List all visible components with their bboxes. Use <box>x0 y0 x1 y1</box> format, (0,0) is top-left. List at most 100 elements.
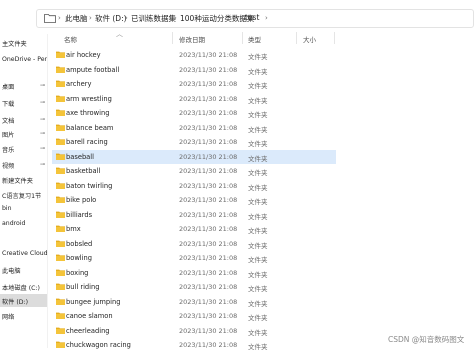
sidebar-item[interactable]: 图片 ⊸ <box>0 127 48 140</box>
folder-icon <box>56 167 65 174</box>
file-row[interactable]: bull riding 2023/11/30 21:08 文件夹 <box>52 280 336 294</box>
file-name: barell racing <box>66 138 108 146</box>
chevron-right-icon[interactable]: › <box>174 14 177 22</box>
breadcrumb-item[interactable]: 软件 (D:) <box>95 13 127 24</box>
folder-icon <box>56 153 65 160</box>
column-type[interactable]: 类型 <box>248 34 261 44</box>
file-row[interactable]: billiards 2023/11/30 21:08 文件夹 <box>52 208 336 222</box>
sidebar-item[interactable]: 音乐 ⊸ <box>0 142 48 155</box>
sidebar-item-label: 软件 (D:) <box>2 299 29 306</box>
column-date[interactable]: 修改日期 <box>179 34 205 44</box>
chevron-right-icon[interactable]: › <box>239 14 242 22</box>
breadcrumb-item[interactable]: 100种运动分类数据集 <box>180 13 254 24</box>
sidebar-item[interactable]: bin <box>0 202 48 215</box>
column-name[interactable]: 名称 <box>64 34 77 44</box>
pin-icon[interactable]: ⊸ <box>40 99 45 106</box>
column-divider[interactable] <box>296 32 297 44</box>
sidebar-item-label: 此电脑 <box>2 268 21 275</box>
file-row[interactable]: bungee jumping 2023/11/30 21:08 文件夹 <box>52 295 336 309</box>
sidebar-item[interactable]: 本地磁盘 (C:) <box>0 280 48 293</box>
sidebar-item[interactable]: 软件 (D:) <box>0 294 48 307</box>
file-name: balance beam <box>66 123 114 132</box>
sidebar-item-label: OneDrive - Perso <box>2 56 48 63</box>
file-row[interactable]: baseball 2023/11/30 21:08 文件夹 <box>52 149 336 164</box>
column-divider[interactable] <box>242 32 243 44</box>
file-row[interactable]: bmx 2023/11/30 21:08 文件夹 <box>52 222 336 236</box>
file-type: 文件夹 <box>248 343 268 351</box>
sidebar-item[interactable]: 主文件夹 <box>0 36 48 49</box>
pin-icon[interactable]: ⊸ <box>40 145 45 152</box>
file-name: ampute football <box>66 65 120 74</box>
pin-icon[interactable]: ⊸ <box>40 130 45 137</box>
address-bar[interactable]: › 此电脑 › 软件 (D:) › 已训练数据集 › 100种运动分类数据集 ›… <box>36 9 474 28</box>
file-row[interactable]: basketball 2023/11/30 21:08 文件夹 <box>52 164 336 178</box>
file-modified-date: 2023/11/30 21:08 <box>179 239 238 248</box>
file-row[interactable]: cheerleading 2023/11/30 21:08 文件夹 <box>52 324 336 338</box>
file-row[interactable]: canoe slamon 2023/11/30 21:08 文件夹 <box>52 309 336 323</box>
file-name: cheerleading <box>66 326 110 335</box>
file-modified-date: 2023/11/30 21:08 <box>179 109 238 117</box>
file-name: bmx <box>66 225 81 233</box>
file-row[interactable]: boxing 2023/11/30 21:08 文件夹 <box>52 266 336 280</box>
file-row[interactable]: chuckwagon racing 2023/11/30 21:08 文件夹 <box>52 338 336 352</box>
folder-icon <box>56 80 65 87</box>
folder-icon <box>56 240 65 247</box>
sidebar-item[interactable]: 视频 ⊸ <box>0 158 48 171</box>
pin-icon[interactable]: ⊸ <box>40 161 45 168</box>
file-type: 文件夹 <box>248 299 268 308</box>
breadcrumb-item[interactable]: 已训练数据集 <box>131 13 176 24</box>
file-row[interactable]: bowling 2023/11/30 21:08 文件夹 <box>52 251 336 265</box>
chevron-right-icon[interactable]: › <box>125 14 128 22</box>
file-modified-date: 2023/11/30 21:08 <box>179 210 238 219</box>
pin-icon[interactable]: ⊸ <box>40 82 45 89</box>
sidebar-item-label: 本地磁盘 (C:) <box>2 285 40 292</box>
sidebar-item[interactable]: 新建文件夹 <box>0 173 48 186</box>
file-modified-date: 2023/11/30 21:08 <box>179 326 238 335</box>
file-modified-date: 2023/11/30 21:08 <box>179 80 238 88</box>
file-name: bike polo <box>66 196 97 204</box>
sidebar-item[interactable]: 文档 ⊸ <box>0 113 48 126</box>
file-type: 文件夹 <box>248 227 268 235</box>
file-type: 文件夹 <box>248 140 268 148</box>
file-row[interactable]: ampute football 2023/11/30 21:08 文件夹 <box>52 63 336 77</box>
file-row[interactable]: axe throwing 2023/11/30 21:08 文件夹 <box>52 106 336 120</box>
sidebar-item[interactable]: OneDrive - Perso <box>0 53 48 66</box>
pin-icon[interactable]: ⊸ <box>40 116 45 123</box>
file-modified-date: 2023/11/30 21:08 <box>179 138 238 146</box>
sidebar-item[interactable]: 桌面 ⊸ <box>0 79 48 92</box>
file-modified-date: 2023/11/30 21:08 <box>179 123 238 132</box>
file-row[interactable]: archery 2023/11/30 21:08 文件夹 <box>52 77 336 91</box>
file-row[interactable]: arm wrestling 2023/11/30 21:08 文件夹 <box>52 92 336 106</box>
column-divider[interactable] <box>172 32 173 44</box>
file-type: 文件夹 <box>248 67 268 76</box>
folder-icon <box>56 211 65 218</box>
sidebar-item[interactable]: C语言复习1节 <box>0 188 48 201</box>
file-row[interactable]: air hockey 2023/11/30 21:08 文件夹 <box>52 48 336 62</box>
sidebar-item[interactable]: 下载 ⊸ <box>0 96 48 109</box>
file-type: 文件夹 <box>248 198 268 206</box>
breadcrumb-item[interactable]: test <box>245 13 259 22</box>
sidebar-item[interactable]: 此电脑 <box>0 263 48 276</box>
column-size[interactable]: 大小 <box>303 34 316 44</box>
sidebar-item[interactable]: Creative Cloud F <box>0 247 48 260</box>
file-type: 文件夹 <box>248 285 268 293</box>
chevron-right-icon[interactable]: › <box>89 14 92 22</box>
file-row[interactable]: baton twirling 2023/11/30 21:08 文件夹 <box>52 179 336 193</box>
sidebar-item-label: 视频 <box>2 163 15 170</box>
sidebar-item-label: bin <box>2 205 12 212</box>
sidebar-item[interactable]: android <box>0 217 48 230</box>
breadcrumb-item[interactable]: 此电脑 <box>65 13 88 24</box>
file-row[interactable]: barell racing 2023/11/30 21:08 文件夹 <box>52 135 336 149</box>
file-row[interactable]: bike polo 2023/11/30 21:08 文件夹 <box>52 193 336 207</box>
file-modified-date: 2023/11/30 21:08 <box>179 254 238 262</box>
column-divider[interactable] <box>334 32 335 44</box>
file-row[interactable]: bobsled 2023/11/30 21:08 文件夹 <box>52 237 336 251</box>
sidebar-item[interactable]: 网络 <box>0 309 48 322</box>
file-type: 文件夹 <box>248 183 268 192</box>
file-row[interactable]: balance beam 2023/11/30 21:08 文件夹 <box>52 121 336 135</box>
sidebar-item-label: 新建文件夹 <box>2 178 33 185</box>
chevron-right-icon[interactable]: › <box>265 14 268 22</box>
file-modified-date: 2023/11/30 21:08 <box>179 312 238 320</box>
file-modified-date: 2023/11/30 21:08 <box>179 196 238 204</box>
folder-icon <box>56 95 65 102</box>
